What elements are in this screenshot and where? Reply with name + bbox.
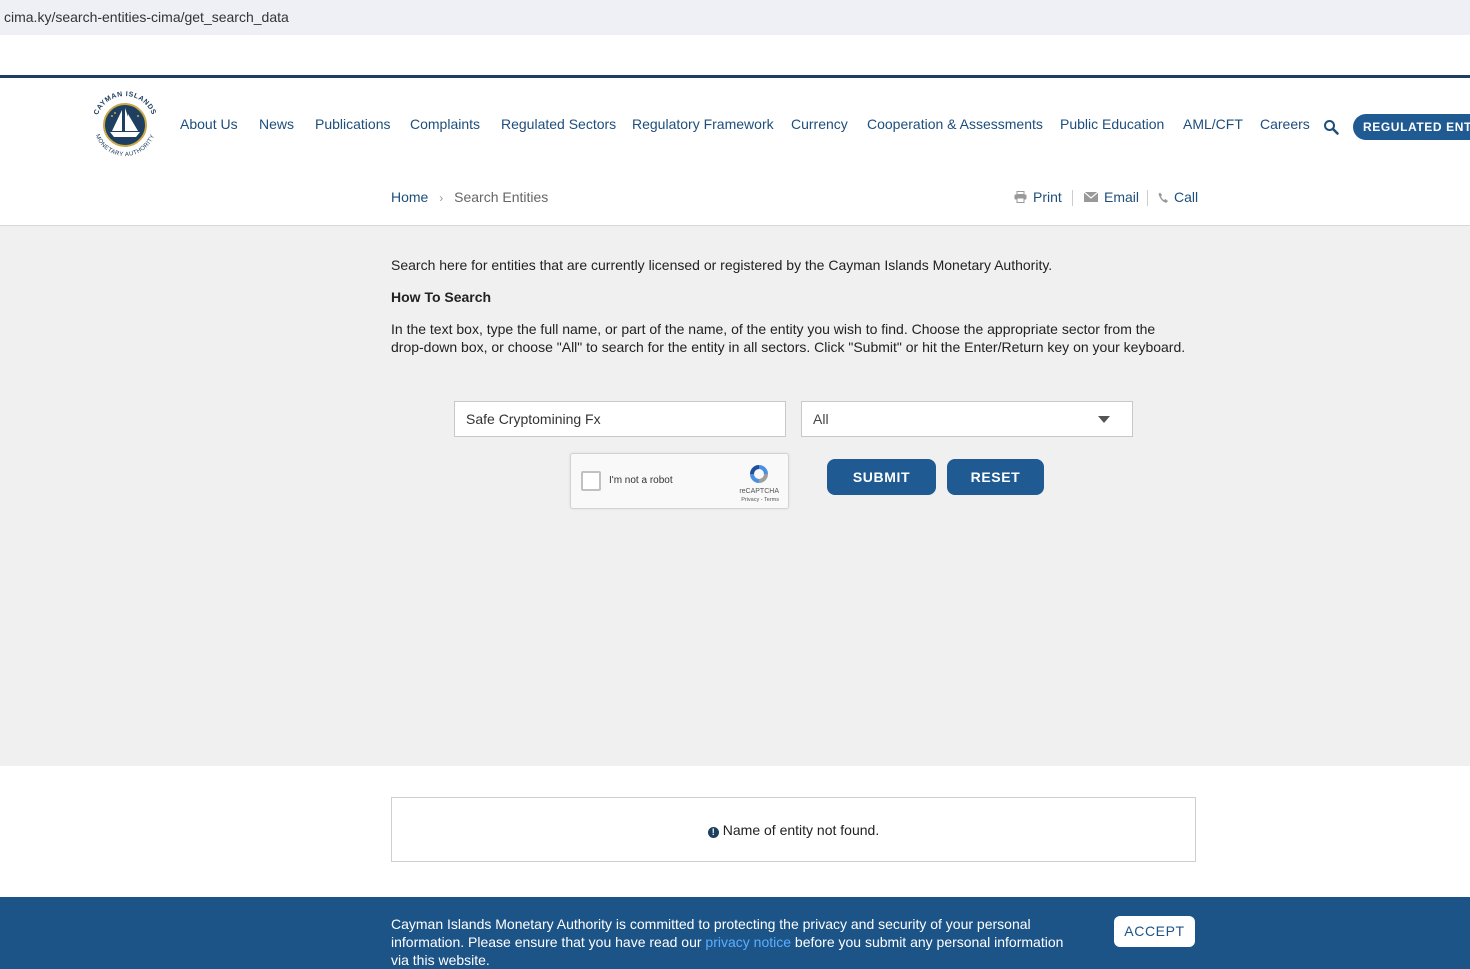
nav-item-complaints[interactable]: Complaints bbox=[410, 116, 480, 132]
breadcrumb-home[interactable]: Home bbox=[391, 189, 428, 205]
action-divider bbox=[1072, 190, 1073, 206]
submit-button[interactable]: SUBMIT bbox=[827, 459, 936, 495]
reset-button[interactable]: RESET bbox=[947, 459, 1044, 495]
browser-url-bar[interactable]: cima.ky/search-entities-cima/get_search_… bbox=[0, 0, 1470, 35]
nav-item-careers[interactable]: Careers bbox=[1260, 116, 1310, 132]
nav-item-news[interactable]: News bbox=[259, 116, 294, 132]
result-message: Name of entity not found. bbox=[722, 822, 880, 838]
nav-item-regulated-sectors[interactable]: Regulated Sectors bbox=[501, 116, 616, 132]
intro-text: Search here for entities that are curren… bbox=[391, 257, 1053, 273]
cookie-text: Cayman Islands Monetary Authority is com… bbox=[391, 915, 1071, 969]
search-icon[interactable] bbox=[1323, 119, 1339, 135]
sector-selected-value: All bbox=[813, 411, 829, 427]
envelope-icon bbox=[1084, 192, 1098, 202]
url-text[interactable]: cima.ky/search-entities-cima/get_search_… bbox=[4, 9, 289, 25]
nav-item-aml-cft[interactable]: AML/CFT bbox=[1183, 116, 1243, 132]
entity-name-input[interactable] bbox=[454, 401, 786, 437]
recaptcha-brand: reCAPTCHA bbox=[739, 488, 779, 495]
caret-down-icon bbox=[1098, 416, 1110, 423]
print-label: Print bbox=[1033, 189, 1062, 205]
email-button[interactable]: Email bbox=[1084, 189, 1139, 205]
cookie-consent-bar: Cayman Islands Monetary Authority is com… bbox=[0, 897, 1470, 969]
nav-item-publications[interactable]: Publications bbox=[315, 116, 391, 132]
phone-icon bbox=[1158, 192, 1168, 203]
cima-logo[interactable]: CAYMAN ISLANDS MONETARY AUTHORITY bbox=[86, 86, 164, 164]
breadcrumb: Home › Search Entities bbox=[391, 189, 548, 205]
recaptcha-widget: I'm not a robot reCAPTCHA Privacy - Term… bbox=[570, 453, 789, 509]
how-to-search-heading: How To Search bbox=[391, 289, 492, 305]
info-icon: ! bbox=[707, 827, 719, 838]
instructions-text: In the text box, type the full name, or … bbox=[391, 321, 1186, 355]
nav-item-about-us[interactable]: About Us bbox=[180, 116, 238, 132]
email-label: Email bbox=[1104, 189, 1140, 205]
search-result-box: ! Name of entity not found. bbox=[391, 797, 1196, 862]
nav-item-cooperation-assessments[interactable]: Cooperation & Assessments bbox=[867, 116, 1043, 132]
nav-item-regulatory-framework[interactable]: Regulatory Framework bbox=[632, 116, 774, 132]
recaptcha-terms[interactable]: Privacy - Terms bbox=[741, 497, 779, 503]
result-message-row: ! Name of entity not found. bbox=[392, 822, 1195, 838]
recaptcha-label: I'm not a robot bbox=[609, 475, 673, 486]
regulated-entities-button[interactable]: REGULATED ENTIT bbox=[1353, 114, 1470, 140]
nav-item-currency[interactable]: Currency bbox=[791, 116, 848, 132]
sector-select[interactable]: All bbox=[801, 401, 1133, 437]
print-button[interactable]: Print bbox=[1014, 189, 1062, 205]
call-button[interactable]: Call bbox=[1158, 189, 1198, 205]
privacy-notice-link[interactable]: privacy notice bbox=[705, 934, 791, 950]
action-divider bbox=[1147, 190, 1148, 206]
recaptcha-checkbox[interactable] bbox=[581, 471, 601, 491]
breadcrumb-current: Search Entities bbox=[454, 189, 549, 205]
accept-button[interactable]: ACCEPT bbox=[1114, 916, 1195, 947]
breadcrumb-separator: › bbox=[439, 191, 444, 205]
printer-icon bbox=[1014, 191, 1027, 203]
nav-item-public-education[interactable]: Public Education bbox=[1060, 116, 1164, 132]
recaptcha-icon bbox=[750, 465, 768, 483]
call-label: Call bbox=[1174, 189, 1199, 205]
header-top-rule bbox=[0, 75, 1470, 78]
